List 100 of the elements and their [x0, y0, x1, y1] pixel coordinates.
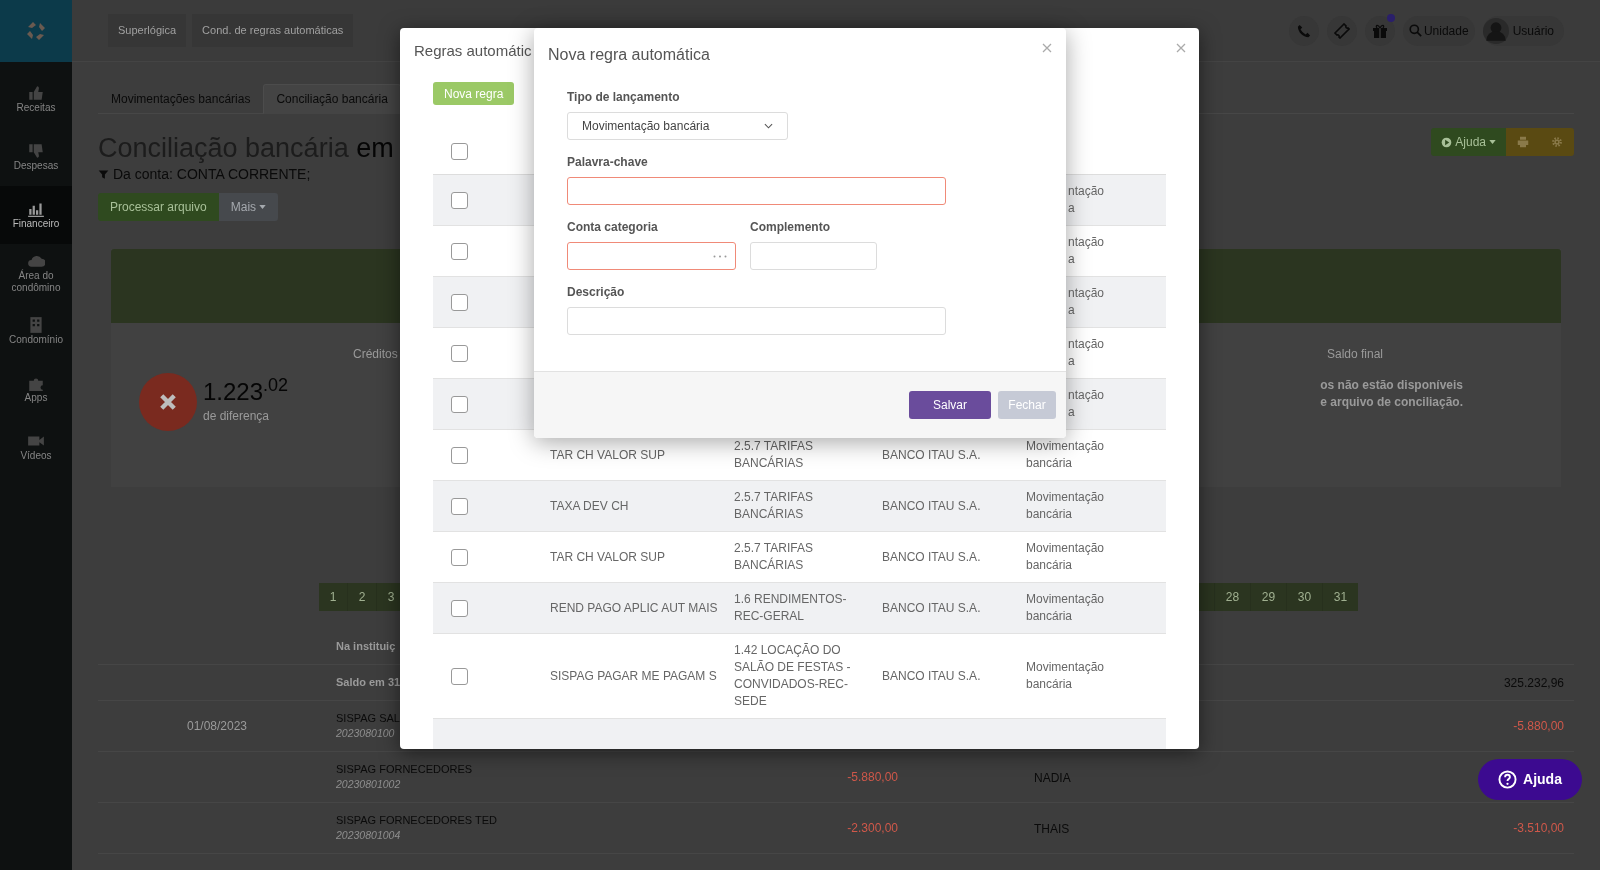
gift-button[interactable]	[1364, 15, 1395, 46]
field-label: Palavra-chave	[567, 154, 649, 171]
table-cell-text: BANCO ITAU S.A.	[882, 498, 982, 515]
printer-icon	[1517, 136, 1529, 148]
play-icon	[1441, 136, 1453, 148]
filter-icon	[98, 169, 109, 180]
table-cell: ntação a	[1068, 183, 1105, 217]
table-cell-text: TAR CH VALOR SUP	[550, 447, 666, 464]
table-cell-text: 2.5.7 TARIFAS BANCÁRIAS	[734, 489, 814, 523]
sidebar-item[interactable]: Área do condômino	[0, 244, 72, 302]
checkbox[interactable]	[451, 344, 468, 362]
table-cell: ntação a	[1068, 387, 1105, 421]
table-cell-text: Movimentação bancária	[1026, 659, 1106, 693]
ledger-description: Na instituiç	[336, 639, 396, 655]
phone-button[interactable]	[1288, 15, 1319, 46]
process-file-button[interactable]: Processar arquivo	[98, 193, 219, 221]
balance-cell-text: -3.510,00	[1513, 820, 1564, 837]
page-link[interactable]: 31	[1322, 583, 1358, 611]
close-icon	[1176, 43, 1186, 53]
avatar-icon	[1482, 17, 1509, 44]
table-cell-text: TAXA DEV CH	[550, 498, 630, 515]
caret-icon	[259, 205, 267, 209]
checkbox[interactable]	[451, 548, 468, 566]
checkbox[interactable]	[451, 667, 468, 685]
search-icon	[1408, 24, 1422, 37]
print-button[interactable]	[1506, 128, 1540, 156]
sidebar-item[interactable]: Apps	[0, 360, 72, 418]
checkbox[interactable]	[451, 242, 468, 260]
thumbs-down-icon	[27, 142, 45, 160]
document-number: 20230801004	[336, 828, 401, 844]
help-chat-button[interactable]: Ajuda	[1478, 759, 1582, 800]
table-cell-text: Movimentação bancária	[1026, 438, 1106, 472]
date-cell-text: 01/08/2023	[186, 718, 248, 735]
table-cell-text: BANCO ITAU S.A.	[882, 668, 982, 685]
table-cell-text: BANCO ITAU S.A.	[882, 447, 982, 464]
caret-icon	[1489, 140, 1496, 144]
table-cell-text: 1.6 RENDIMENTOS-REC-GERAL	[734, 591, 848, 625]
balance-cell-text: -5.880,00	[1513, 718, 1564, 735]
field-label: Tipo de lançamento	[567, 89, 681, 106]
ticket-button[interactable]	[1326, 15, 1357, 46]
checkbox[interactable]	[451, 497, 468, 515]
settings-button[interactable]	[1540, 128, 1574, 156]
chevron-down-icon	[764, 123, 773, 129]
close-icon	[1042, 43, 1052, 53]
table-cell: ntação a	[1068, 285, 1105, 319]
sidebar-item[interactable]: Financeiro	[0, 186, 72, 244]
sidebar-item[interactable]: Receitas	[0, 70, 72, 128]
breadcrumb-link[interactable]: Superlógica	[108, 14, 187, 47]
table-cell-text: 2.5.7 TARIFAS BANCÁRIAS	[734, 438, 814, 472]
field-label: Complemento	[750, 219, 831, 236]
table-cell-text: Movimentação bancária	[1026, 489, 1106, 523]
document-number: 20230801002	[336, 777, 401, 793]
ticket-icon	[1333, 22, 1350, 39]
breadcrumb-link[interactable]: Cond. de regras automáticas	[192, 14, 354, 47]
table-cell-text: BANCO ITAU S.A.	[882, 549, 982, 566]
difference-amount: 1.223$^{.02}$	[203, 379, 289, 405]
input-field[interactable]	[567, 242, 736, 270]
help-button[interactable]: Ajuda	[1431, 128, 1506, 156]
table-cell-text: REND PAGO APLIC AUT MAIS	[550, 600, 719, 617]
ledger-description: Saldo em 31	[336, 675, 401, 691]
page-link[interactable]: 1	[319, 583, 348, 611]
checkbox[interactable]	[451, 143, 468, 160]
sidebar-item[interactable]: Vídeos	[0, 418, 72, 476]
checkbox[interactable]	[451, 293, 468, 311]
dialog-title: Nova regra automática	[548, 45, 710, 65]
checkbox[interactable]	[451, 599, 468, 617]
gift-icon	[1371, 22, 1388, 39]
close-icon	[158, 392, 178, 412]
settings-icon	[1551, 136, 1563, 148]
building-icon	[27, 316, 45, 334]
table-cell-text: 1.42 LOCAÇÃO DO SALÃO DE FESTAS - CONVIDADOS-REC-SEDE	[734, 642, 852, 710]
input-field[interactable]	[567, 177, 946, 205]
bar-chart-icon	[27, 200, 45, 218]
document-number: 2023080100	[336, 726, 395, 742]
sidebar-item[interactable]: Despesas	[0, 128, 72, 186]
table-cell-text: SISPAG PAGAR ME PAGAM S	[550, 668, 718, 685]
sidebar-item[interactable]: Condomínio	[0, 302, 72, 360]
table-cell-text: Movimentação bancária	[1026, 540, 1106, 574]
question-mark-icon	[1498, 770, 1518, 789]
checkbox[interactable]	[451, 446, 468, 464]
table-cell-text: TAR CH VALOR SUP	[550, 549, 666, 566]
credits-label: Créditos	[353, 346, 398, 363]
phone-icon	[1296, 23, 1311, 38]
more-button[interactable]: Mais	[218, 193, 279, 221]
table-cell: ntação a	[1068, 336, 1105, 370]
amount-cell-text: -5.880,00	[847, 769, 898, 786]
table-cell-text: 2.5.7 TARIFAS BANCÁRIAS	[734, 540, 814, 574]
save-button[interactable]: Salvar	[909, 391, 991, 419]
table-cell-text: Movimentação bancária	[1026, 591, 1106, 625]
amount-cell-text: -2.300,00	[847, 820, 898, 837]
select-field[interactable]: Movimentação bancária	[567, 112, 788, 140]
final-balance-label: Saldo final	[1326, 346, 1383, 363]
field-label: Descrição	[567, 284, 626, 301]
field-label: Conta categoria	[567, 219, 659, 236]
checkbox[interactable]	[451, 191, 468, 209]
dialog-title: Regras automátic	[414, 40, 532, 61]
checkbox[interactable]	[451, 395, 468, 413]
ellipsis-icon	[713, 254, 727, 258]
table-cell-text: BANCO ITAU S.A.	[882, 600, 982, 617]
table-cell: ntação a	[1068, 234, 1105, 268]
